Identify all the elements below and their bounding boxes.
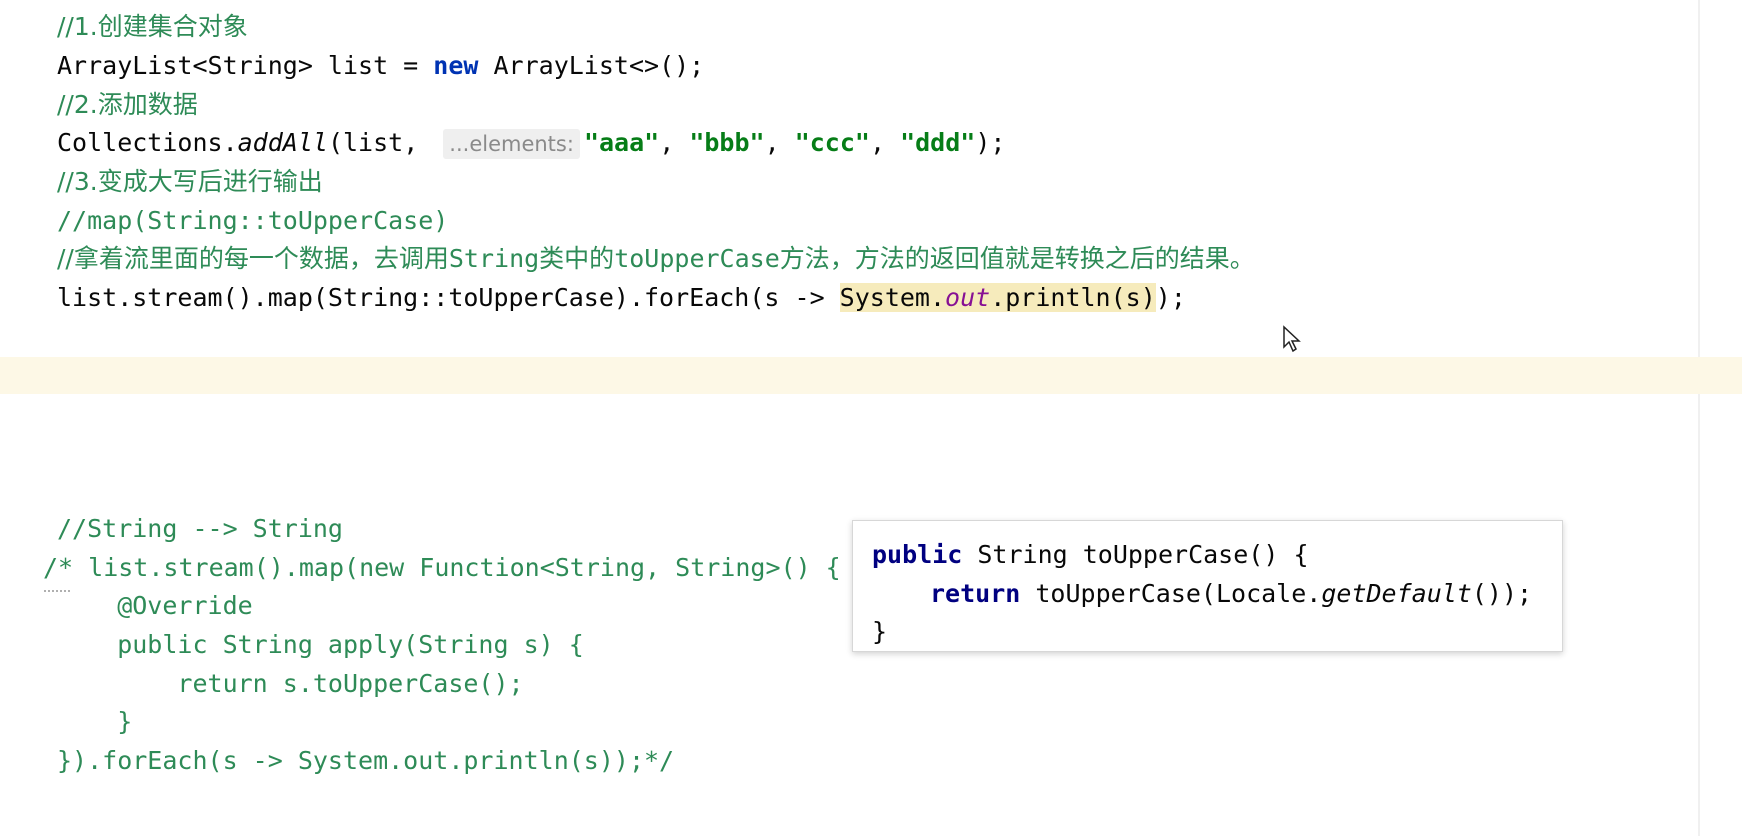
highlighted-expression: System.out.println(s) <box>839 283 1156 312</box>
code-line-11[interactable]: @Override <box>57 587 252 625</box>
code-line-8[interactable]: list.stream().map(String::toUpperCase).f… <box>57 279 1186 317</box>
code-token: System. <box>839 283 946 312</box>
method-name: addAll <box>237 128 328 157</box>
right-margin-guide <box>1698 0 1700 836</box>
code-line-13[interactable]: return s.toUpperCase(); <box>57 665 523 703</box>
mouse-pointer-icon <box>1283 325 1301 353</box>
code-line-12[interactable]: public String apply(String s) { <box>57 626 584 664</box>
comment-text: String <box>448 244 540 273</box>
code-editor[interactable]: //1.创建集合对象 ArrayList<String> list = new … <box>0 0 1742 836</box>
current-line-highlight <box>0 357 1742 394</box>
string-literal: "ccc" <box>794 128 870 157</box>
popup-line-3: } <box>872 617 888 646</box>
string-literal: "aaa" <box>583 128 660 157</box>
comment-text: //拿着流里面的每一个数据，去调用 <box>57 244 449 273</box>
comment-text: 类中的 <box>539 244 615 273</box>
popup-line-1: public String toUpperCase() { <box>872 536 1309 574</box>
code-line-7[interactable]: //拿着流里面的每一个数据，去调用String类中的toUpperCase方法，… <box>57 240 1255 278</box>
code-token: list.stream().map(String::toUpperCase).f… <box>57 283 840 312</box>
code-token: ); <box>975 128 1006 157</box>
code-line-4[interactable]: Collections.addAll(list, ...elements: "aa… <box>57 124 1005 162</box>
string-literal: "ddd" <box>900 128 976 157</box>
code-line-9[interactable]: //String --> String <box>57 510 343 548</box>
code-line-3[interactable]: //2.添加数据 <box>57 86 198 124</box>
code-token: .println(s) <box>990 283 1156 312</box>
keyword-new: new <box>433 51 479 80</box>
code-token: (list, <box>327 128 434 157</box>
code-line-15[interactable]: }).forEach(s -> System.out.println(s));*… <box>57 742 674 780</box>
comment-text: 方法，方法的返回值就是转换之后的结果。 <box>779 244 1255 273</box>
code-token: toUpperCase(Locale. <box>1020 579 1322 608</box>
code-token: , <box>764 128 795 157</box>
code-token: ArrayList<String> list = <box>57 51 434 80</box>
popup-line-2: return toUpperCase(Locale.getDefault()); <box>930 575 1532 613</box>
code-token: , <box>659 128 690 157</box>
code-token: ArrayList<>(); <box>478 51 705 80</box>
parameter-hint: ...elements: <box>443 129 580 159</box>
code-token: ); <box>1155 283 1186 312</box>
code-line-5[interactable]: //3.变成大写后进行输出 <box>57 163 323 201</box>
code-line-6[interactable]: //map(String::toUpperCase) <box>57 202 448 240</box>
code-line-10[interactable]: /* list.stream().map(new Function<String… <box>43 549 841 587</box>
code-line-2[interactable]: ArrayList<String> list = new ArrayList<>… <box>57 47 704 85</box>
keyword-return: return <box>930 579 1021 608</box>
comment-text: toUpperCase <box>614 244 780 273</box>
string-literal: "bbb" <box>689 128 765 157</box>
keyword-public: public <box>872 540 963 569</box>
code-line-14[interactable]: } <box>57 703 132 741</box>
code-line-1[interactable]: //1.创建集合对象 <box>57 8 248 46</box>
quick-definition-popup[interactable]: public String toUpperCase() { return toU… <box>852 520 1563 652</box>
method-name: getDefault <box>1321 579 1472 608</box>
code-token: , <box>869 128 901 157</box>
code-token: ()); <box>1471 579 1533 608</box>
static-field: out <box>945 283 991 312</box>
code-token: String toUpperCase() { <box>962 540 1309 569</box>
code-token: Collections. <box>57 128 238 157</box>
